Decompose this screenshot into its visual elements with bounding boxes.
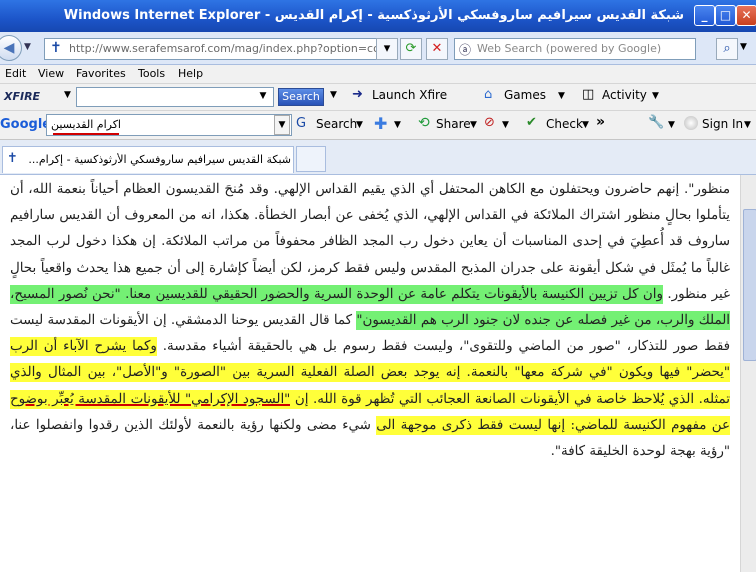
signin-button[interactable]: Sign In	[702, 117, 743, 131]
xfire-search-dropdown-icon[interactable]: ▼	[256, 88, 270, 104]
search-icon[interactable]: ⌕	[716, 38, 738, 60]
web-search-placeholder: Web Search (powered by Google)	[477, 42, 662, 55]
menu-view[interactable]: View	[38, 67, 64, 80]
refresh-icon[interactable]: ⟳	[400, 38, 422, 60]
xfire-toolbar: XFIRE ▼ ▼ Search ▼ ➜ Launch Xfire ⌂ Game…	[0, 84, 756, 111]
google-search-input[interactable]: اكرام القديسين	[46, 114, 292, 136]
history-dropdown-icon[interactable]: ▼	[24, 42, 31, 52]
tab-favicon-cross-icon: ✝	[7, 151, 18, 166]
close-button[interactable]: ✕	[736, 5, 756, 26]
xfire-options-dropdown-icon[interactable]: ▼	[330, 90, 337, 100]
stop-icon[interactable]: ✕	[426, 38, 448, 60]
menu-favorites[interactable]: Favorites	[76, 67, 126, 80]
launch-xfire-button[interactable]: Launch Xfire	[372, 88, 447, 102]
xfire-search-button[interactable]: Search	[278, 88, 324, 106]
share-icon: ⟲	[418, 115, 430, 131]
activity-icon: ◫	[582, 87, 595, 102]
address-bar[interactable]: ✝ http://www.serafemsarof.com/mag/index.…	[44, 38, 396, 60]
address-dropdown-icon[interactable]: ▾	[376, 38, 398, 60]
games-icon: ⌂	[484, 87, 493, 102]
search-provider-icon: ⓐ	[459, 43, 472, 57]
menu-help[interactable]: Help	[178, 67, 203, 80]
web-search-box[interactable]: ⓐ Web Search (powered by Google)	[454, 38, 696, 60]
site-favicon-cross-icon: ✝	[50, 40, 62, 56]
menu-tools[interactable]: Tools	[138, 67, 165, 80]
plus-icon[interactable]: ✚	[374, 114, 387, 133]
activity-button[interactable]: Activity	[602, 88, 647, 102]
tab-label: شبكة القديس سيرافيم ساروفسكي الأرثوذكسية…	[28, 153, 291, 166]
address-url[interactable]: http://www.serafemsarof.com/mag/index.ph…	[69, 42, 385, 55]
games-button[interactable]: Games	[504, 88, 546, 102]
google-search-dropdown-icon[interactable]: ▼	[356, 120, 363, 130]
google-toolbar: Google اكرام القديسين ▼ G Search ▼ ✚ ▼ ⟲…	[0, 111, 756, 140]
google-search-button[interactable]: Search	[316, 117, 357, 131]
launch-xfire-icon: ➜	[352, 87, 363, 102]
popup-blocker-icon[interactable]: ⊘	[484, 115, 495, 130]
check-button[interactable]: Check	[546, 117, 583, 131]
activity-dropdown-icon[interactable]: ▼	[652, 91, 659, 101]
query-red-underline	[53, 133, 119, 135]
page-content: منظور". إنهم حاضرون ويحتفلون مع الكاهن ا…	[0, 175, 740, 572]
tab-active[interactable]: ✝ شبكة القديس سيرافيم ساروفسكي الأرثوذكس…	[2, 146, 294, 173]
google-search-query[interactable]: اكرام القديسين	[51, 118, 121, 131]
article-text: منظور". إنهم حاضرون ويحتفلون مع الكاهن ا…	[10, 177, 731, 465]
google-search-history-icon[interactable]: ▼	[274, 115, 290, 135]
spell-check-icon: ✔	[526, 115, 537, 130]
xfire-menu-dropdown-icon[interactable]: ▼	[64, 90, 71, 100]
popup-blocker-dropdown-icon[interactable]: ▼	[502, 120, 509, 130]
google-logo: Google	[0, 117, 51, 132]
scrollbar-thumb[interactable]	[743, 209, 756, 361]
navigation-bar: ◀ ▼ ✝ http://www.serafemsarof.com/mag/in…	[0, 32, 756, 65]
menu-bar: Edit View Favorites Tools Help	[0, 65, 756, 84]
google-logo-text: Google	[0, 117, 52, 132]
vertical-scrollbar[interactable]	[740, 175, 756, 572]
signin-user-icon	[684, 116, 698, 130]
back-arrow-icon: ◀	[3, 40, 15, 56]
check-dropdown-icon[interactable]: ▼	[582, 120, 589, 130]
signin-dropdown-icon[interactable]: ▼	[744, 120, 751, 130]
share-button[interactable]: Share	[436, 117, 471, 131]
back-button[interactable]: ◀	[0, 35, 22, 61]
toolbar-overflow-chevron-icon[interactable]: »	[596, 114, 605, 130]
share-dropdown-icon[interactable]: ▼	[470, 120, 477, 130]
menu-edit[interactable]: Edit	[5, 67, 26, 80]
xfire-search-input[interactable]	[76, 87, 274, 107]
window-title: شبكة القديس سيرافيم ساروفسكي الأرثوذكسية…	[63, 8, 684, 23]
games-dropdown-icon[interactable]: ▼	[558, 91, 565, 101]
minimize-button[interactable]: _	[694, 5, 715, 26]
plus-dropdown-icon[interactable]: ▼	[394, 120, 401, 130]
wrench-settings-icon[interactable]: 🔧	[648, 115, 664, 130]
new-tab-button[interactable]	[296, 146, 326, 172]
tab-bar: ✝ شبكة القديس سيرافيم ساروفسكي الأرثوذكس…	[0, 140, 756, 175]
google-g-icon: G	[296, 116, 307, 131]
xfire-logo: XFIRE	[4, 90, 41, 103]
title-bar: شبكة القديس سيرافيم ساروفسكي الأرثوذكسية…	[0, 0, 756, 32]
article-highlight-yellow-2: عن مفهوم الكنيسة للماضي: إنها ليست فقط ذ…	[376, 415, 730, 435]
search-options-icon[interactable]: ▼	[740, 42, 747, 52]
maximize-button[interactable]: □	[715, 5, 736, 26]
article-highlight-yellow-underlined: "السجود الإكرامي" للأيقونات المقدسة يُعب…	[10, 389, 291, 409]
settings-dropdown-icon[interactable]: ▼	[668, 120, 675, 130]
